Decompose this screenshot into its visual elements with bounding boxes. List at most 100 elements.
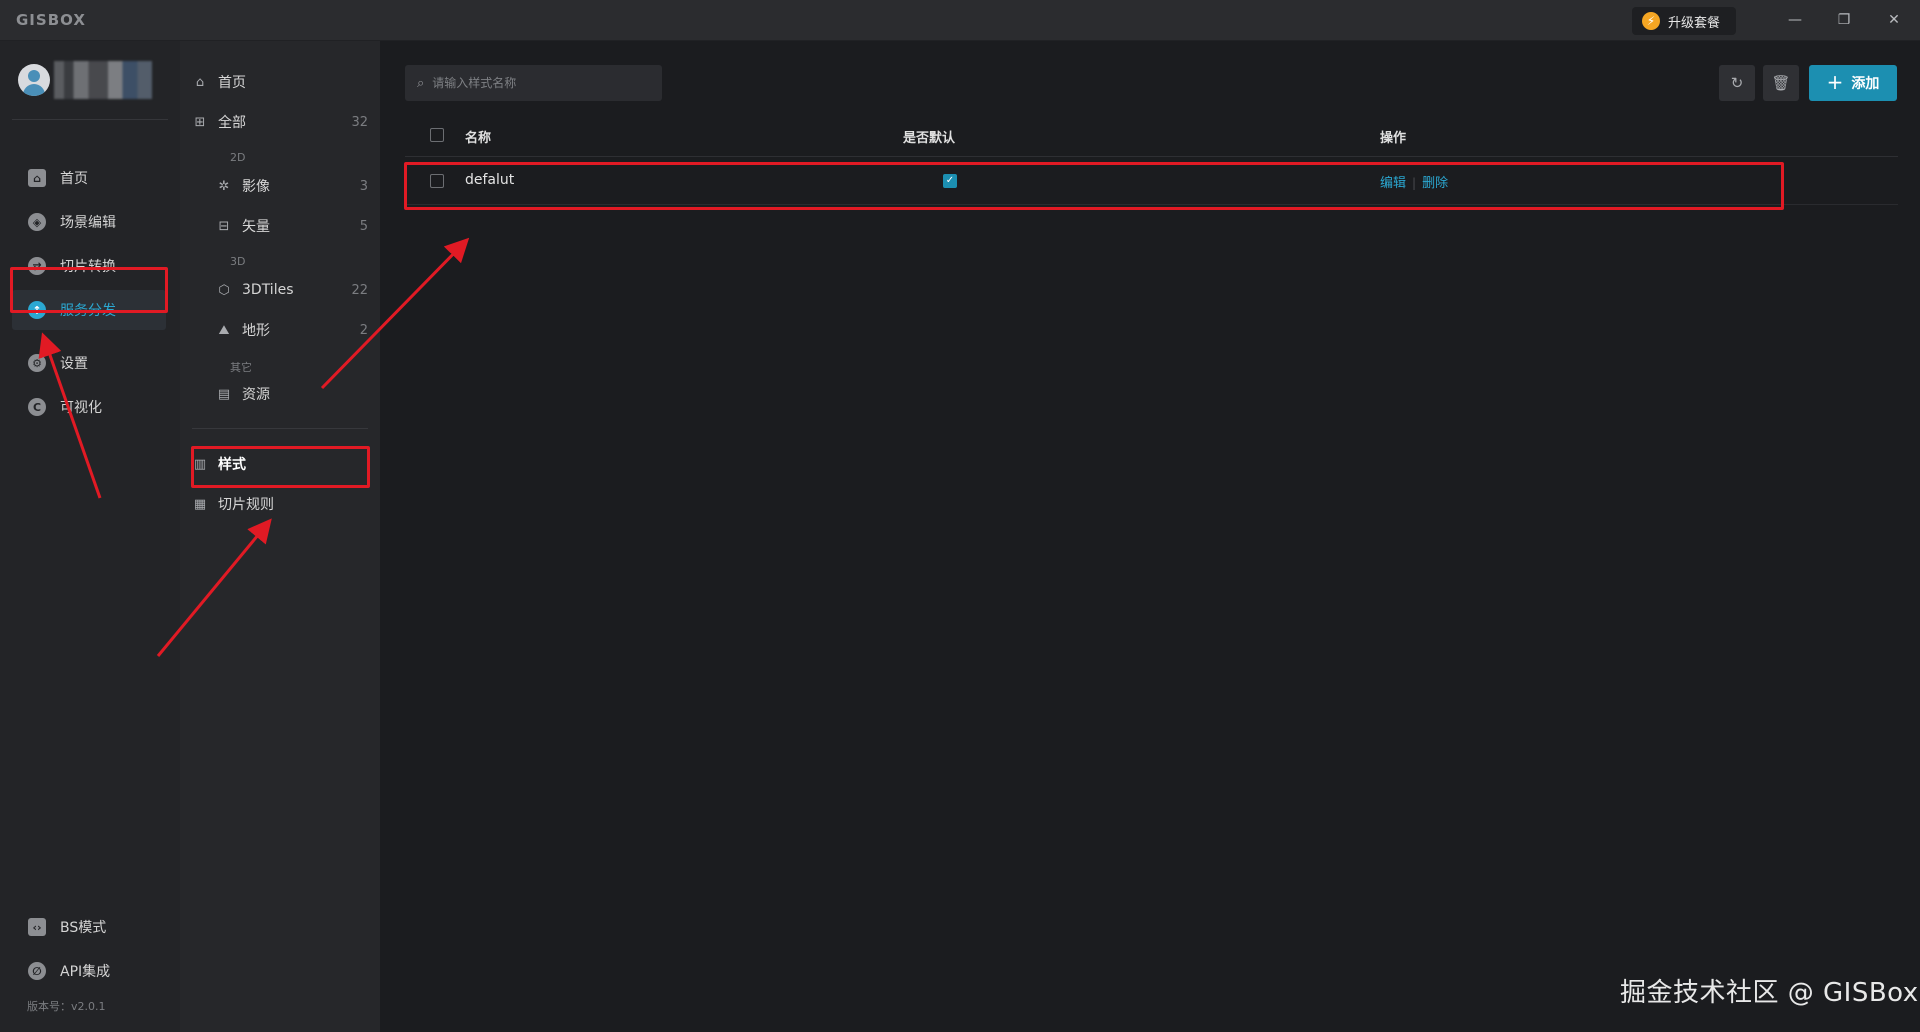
delete-selected-button[interactable]: 🗑 [1763,65,1799,101]
restore-icon: ❐ [1837,12,1851,28]
code-icon: ‹› [28,918,46,936]
category-label: 地形 [242,323,270,339]
minimize-button[interactable]: — [1780,8,1810,32]
table-header: 名称 是否默认 操作 [405,113,1898,157]
category-home[interactable]: ⌂ 首页 [192,65,368,99]
app-logo: GISBOX [16,11,86,29]
3dtiles-icon: ⬡ [218,282,230,298]
category-divider [192,428,368,429]
category-count: 32 [351,114,368,130]
category-style[interactable]: ▥ 样式 [192,447,368,481]
category-tile-rules[interactable]: ▦ 切片规则 [192,487,368,521]
close-button[interactable]: ✕ [1879,8,1909,32]
row-name: defalut [465,172,515,188]
sidebar-item-label: API集成 [60,964,111,980]
main-sidebar: ⌂ 首页 ◈ 场景编辑 ⇄ 切片转换 ↑ 服务分发 ⚙ 设置 C 可视化 ‹› … [0,41,180,1032]
sidebar-item-service-publish[interactable]: ↑ 服务分发 [12,290,166,330]
home-icon: ⌂ [28,169,46,187]
grid-icon: ⊞ [194,114,206,130]
delete-link[interactable]: 删除 [1422,176,1448,191]
group-label-2d: 2D [230,151,246,164]
username-blurred [54,61,152,99]
select-all-checkbox[interactable] [430,128,444,142]
category-count: 3 [359,178,368,194]
search-icon: ⌕ [417,75,425,91]
column-header-default: 是否默认 [903,131,956,146]
minimize-icon: — [1788,12,1802,28]
column-header-actions: 操作 [1380,131,1407,146]
gear-icon: ⚙ [28,354,46,372]
style-icon: ▥ [193,456,207,472]
sidebar-item-bs-mode[interactable]: ‹› BS模式 [12,907,166,947]
add-button[interactable]: + 添加 [1809,65,1897,101]
resources-icon: ▤ [217,386,231,402]
category-label: 3DTiles [242,282,294,298]
version-label: 版本号：v2.0.1 [27,1000,106,1013]
lightning-icon: ⚡ [1642,12,1660,30]
upgrade-plan-label: 升级套餐 [1668,15,1721,31]
upload-cloud-icon: ↑ [28,301,46,319]
category-label: 首页 [218,75,246,91]
sidebar-item-home[interactable]: ⌂ 首页 [12,158,166,198]
home-outline-icon: ⌂ [195,74,205,90]
refresh-button[interactable]: ↻ [1719,65,1755,101]
sidebar-item-label: 首页 [60,171,88,187]
add-button-label: 添加 [1851,76,1880,92]
rules-icon: ▦ [193,496,207,512]
sidebar-item-api[interactable]: ∅ API集成 [12,951,166,991]
swap-icon: ⇄ [28,257,46,275]
category-label: 矢量 [242,219,270,235]
category-label: 全部 [218,115,246,131]
terrain-icon: ⛰ [218,322,230,338]
category-label: 样式 [218,457,246,473]
row-checkbox[interactable] [430,174,444,188]
row-actions: 编辑 | 删除 [1380,172,1448,191]
watermark: 掘金技术社区 @ GISBox [1620,978,1919,1008]
edit-link[interactable]: 编辑 [1380,176,1406,191]
group-label-other: 其它 [230,361,252,374]
category-label: 影像 [242,179,270,195]
cube-icon: ◈ [28,213,46,231]
sidebar-divider [12,119,168,120]
avatar[interactable] [18,64,50,96]
upgrade-plan-button[interactable]: ⚡ 升级套餐 [1632,7,1736,35]
table-row[interactable]: defalut ✓ 编辑 | 删除 [405,157,1898,205]
sidebar-item-visualization[interactable]: C 可视化 [12,387,166,427]
group-label-3d: 3D [230,255,246,268]
sidebar-item-label: BS模式 [60,920,107,936]
plus-icon: + [1826,70,1844,94]
action-separator: | [1412,176,1417,190]
main-content: ⌕ ↻ 🗑 + 添加 名称 是否默认 操作 defalut ✓ 编辑 | 删除 [380,41,1920,1032]
category-vector[interactable]: ⊟ 矢量 5 [216,209,368,243]
imagery-icon: ✲ [218,178,230,194]
search-input[interactable] [432,76,633,90]
vector-icon: ⊟ [218,218,230,234]
category-all[interactable]: ⊞ 全部 32 [192,105,368,139]
trash-icon: 🗑 [1771,74,1791,92]
category-label: 切片规则 [218,497,274,513]
search-box[interactable]: ⌕ [405,65,662,101]
sidebar-item-scene-edit[interactable]: ◈ 场景编辑 [12,202,166,242]
api-icon: ∅ [28,962,46,980]
category-label: 资源 [242,387,270,403]
category-imagery[interactable]: ✲ 影像 3 [216,169,368,203]
sidebar-item-label: 可视化 [60,400,102,416]
category-terrain[interactable]: ⛰ 地形 2 [216,313,368,347]
default-checkbox[interactable]: ✓ [943,174,957,188]
category-count: 22 [351,282,368,298]
category-count: 2 [359,322,368,338]
sidebar-item-settings[interactable]: ⚙ 设置 [12,343,166,383]
category-resources[interactable]: ▤ 资源 [216,377,368,411]
category-3dtiles[interactable]: ⬡ 3DTiles 22 [216,273,368,307]
sidebar-item-label: 服务分发 [60,303,116,319]
sidebar-item-label: 设置 [60,356,88,372]
title-bar: GISBOX ⚡ 升级套餐 — ❐ ✕ [0,0,1920,41]
chart-icon: C [28,398,46,416]
restore-button[interactable]: ❐ [1829,8,1859,32]
sidebar-item-tile-convert[interactable]: ⇄ 切片转换 [12,246,166,286]
category-count: 5 [359,218,368,234]
refresh-icon: ↻ [1730,74,1744,92]
column-header-name: 名称 [465,131,492,146]
user-profile[interactable] [18,61,152,99]
sidebar-item-label: 切片转换 [60,259,116,275]
